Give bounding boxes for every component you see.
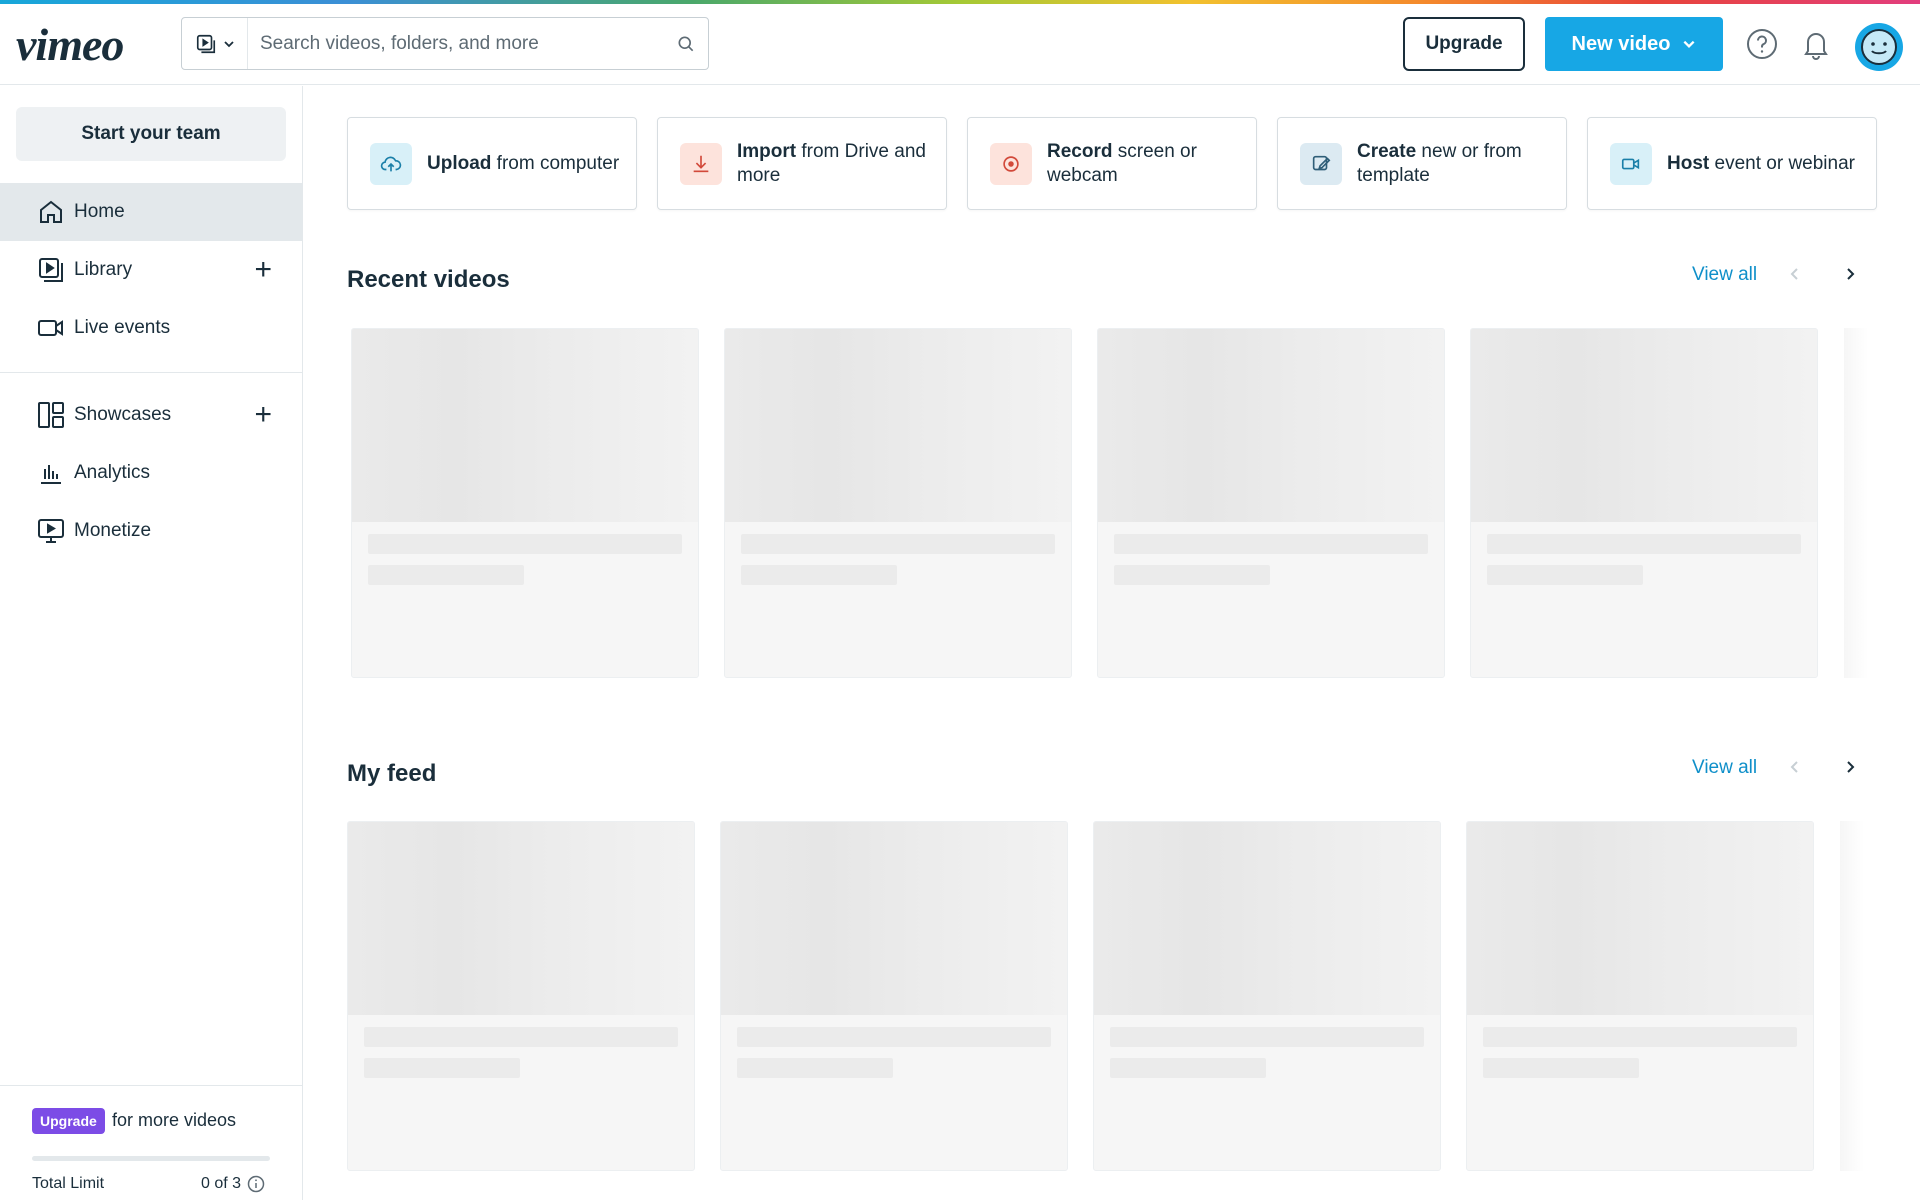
- feed-card-placeholder[interactable]: [1466, 821, 1814, 1171]
- record-action-card[interactable]: Record screen or webcam: [967, 117, 1257, 210]
- sidebar-item-analytics[interactable]: Analytics: [0, 444, 302, 502]
- chevron-down-icon: [223, 40, 234, 47]
- limit-count: 0 of 3: [201, 1175, 265, 1193]
- feed-view-all-link[interactable]: View all: [1692, 757, 1757, 779]
- main-content: Upload from computer Import from Drive a…: [304, 86, 1920, 1200]
- recent-next-arrow-icon[interactable]: [1838, 262, 1862, 286]
- recent-view-all-link[interactable]: View all: [1692, 264, 1757, 286]
- upgrade-button[interactable]: Upgrade: [1403, 17, 1525, 71]
- video-card-placeholder[interactable]: [724, 328, 1072, 678]
- sidebar-item-home[interactable]: Home: [0, 183, 302, 241]
- sidebar-item-label: Analytics: [74, 462, 151, 483]
- create-action-bold: Create: [1357, 140, 1417, 162]
- sidebar-divider: [0, 372, 302, 373]
- record-action-bold: Record: [1047, 140, 1113, 162]
- live-events-icon: [36, 313, 66, 343]
- sidebar-item-label: Monetize: [74, 520, 152, 541]
- host-action-bold: Host: [1667, 152, 1710, 174]
- limit-progress-bar: [32, 1156, 270, 1161]
- feed-card-placeholder[interactable]: [347, 821, 695, 1171]
- chevron-down-icon: [1683, 40, 1695, 48]
- feed-card-peek: [1840, 821, 1864, 1171]
- create-icon: [1300, 142, 1342, 185]
- info-icon[interactable]: [247, 1175, 265, 1193]
- avatar-face-icon: [1861, 29, 1897, 65]
- host-camera-icon: [1610, 142, 1652, 185]
- upload-action-card[interactable]: Upload from computer: [347, 117, 637, 210]
- video-card-placeholder[interactable]: [351, 328, 699, 678]
- sidebar-item-label: Library: [74, 259, 133, 280]
- sidebar-item-label: Live events: [74, 317, 171, 338]
- recent-prev-arrow-icon[interactable]: [1783, 262, 1807, 286]
- video-library-icon: [196, 34, 215, 53]
- record-icon: [990, 142, 1032, 185]
- recent-videos-title: Recent videos: [347, 266, 510, 293]
- monetize-icon: [36, 516, 66, 546]
- search-input[interactable]: [248, 32, 664, 55]
- sidebar-item-monetize[interactable]: Monetize: [0, 502, 302, 560]
- add-showcase-plus-icon[interactable]: +: [254, 400, 272, 430]
- analytics-icon: [36, 458, 66, 488]
- new-video-label: New video: [1571, 32, 1671, 55]
- feed-card-placeholder[interactable]: [1093, 821, 1441, 1171]
- upload-action-rest: from computer: [491, 152, 620, 174]
- feed-prev-arrow-icon[interactable]: [1783, 755, 1807, 779]
- import-action-bold: Import: [737, 140, 797, 162]
- host-action-rest: event or webinar: [1709, 152, 1855, 174]
- limit-label: Total Limit: [32, 1175, 105, 1192]
- create-action-card[interactable]: Create new or from template: [1277, 117, 1567, 210]
- new-video-button[interactable]: New video: [1545, 17, 1723, 71]
- video-card-peek: [1844, 328, 1868, 678]
- usage-limit-panel: Upgrade for more videos Total Limit 0 of…: [0, 1085, 302, 1200]
- upload-cloud-icon: [370, 142, 412, 185]
- import-icon: [680, 142, 722, 185]
- home-icon: [36, 197, 66, 227]
- video-card-placeholder[interactable]: [1470, 328, 1818, 678]
- help-icon[interactable]: [1744, 26, 1780, 62]
- search-icon[interactable]: [664, 34, 708, 54]
- sidebar-item-library[interactable]: Library +: [0, 241, 302, 299]
- upgrade-badge[interactable]: Upgrade: [32, 1108, 105, 1134]
- video-card-placeholder[interactable]: [1097, 328, 1445, 678]
- host-action-card[interactable]: Host event or webinar: [1587, 117, 1877, 210]
- search-bar: [181, 17, 709, 70]
- user-avatar[interactable]: [1855, 23, 1903, 71]
- showcases-icon: [36, 400, 66, 430]
- sidebar-item-label: Showcases: [74, 404, 172, 425]
- start-team-button[interactable]: Start your team: [16, 107, 286, 161]
- feed-card-placeholder[interactable]: [720, 821, 1068, 1171]
- sidebar-item-label: Home: [74, 201, 125, 222]
- sidebar-item-live-events[interactable]: Live events: [0, 299, 302, 357]
- sidebar-item-showcases[interactable]: Showcases +: [0, 386, 302, 444]
- notifications-bell-icon[interactable]: [1798, 26, 1834, 62]
- add-library-plus-icon[interactable]: +: [254, 255, 272, 285]
- upgrade-hint-text: for more videos: [112, 1110, 237, 1130]
- upload-action-bold: Upload: [427, 152, 492, 174]
- vimeo-logo[interactable]: vimeo: [16, 18, 124, 71]
- feed-next-arrow-icon[interactable]: [1838, 755, 1862, 779]
- import-action-card[interactable]: Import from Drive and more: [657, 117, 947, 210]
- my-feed-title: My feed: [347, 760, 437, 787]
- search-scope-dropdown[interactable]: [182, 18, 248, 69]
- library-icon: [36, 255, 66, 285]
- limit-count-value: 0 of 3: [201, 1175, 242, 1192]
- sidebar: Start your team Home Library + Live even…: [0, 86, 303, 1200]
- top-header: vimeo Upgrade New video: [0, 4, 1920, 85]
